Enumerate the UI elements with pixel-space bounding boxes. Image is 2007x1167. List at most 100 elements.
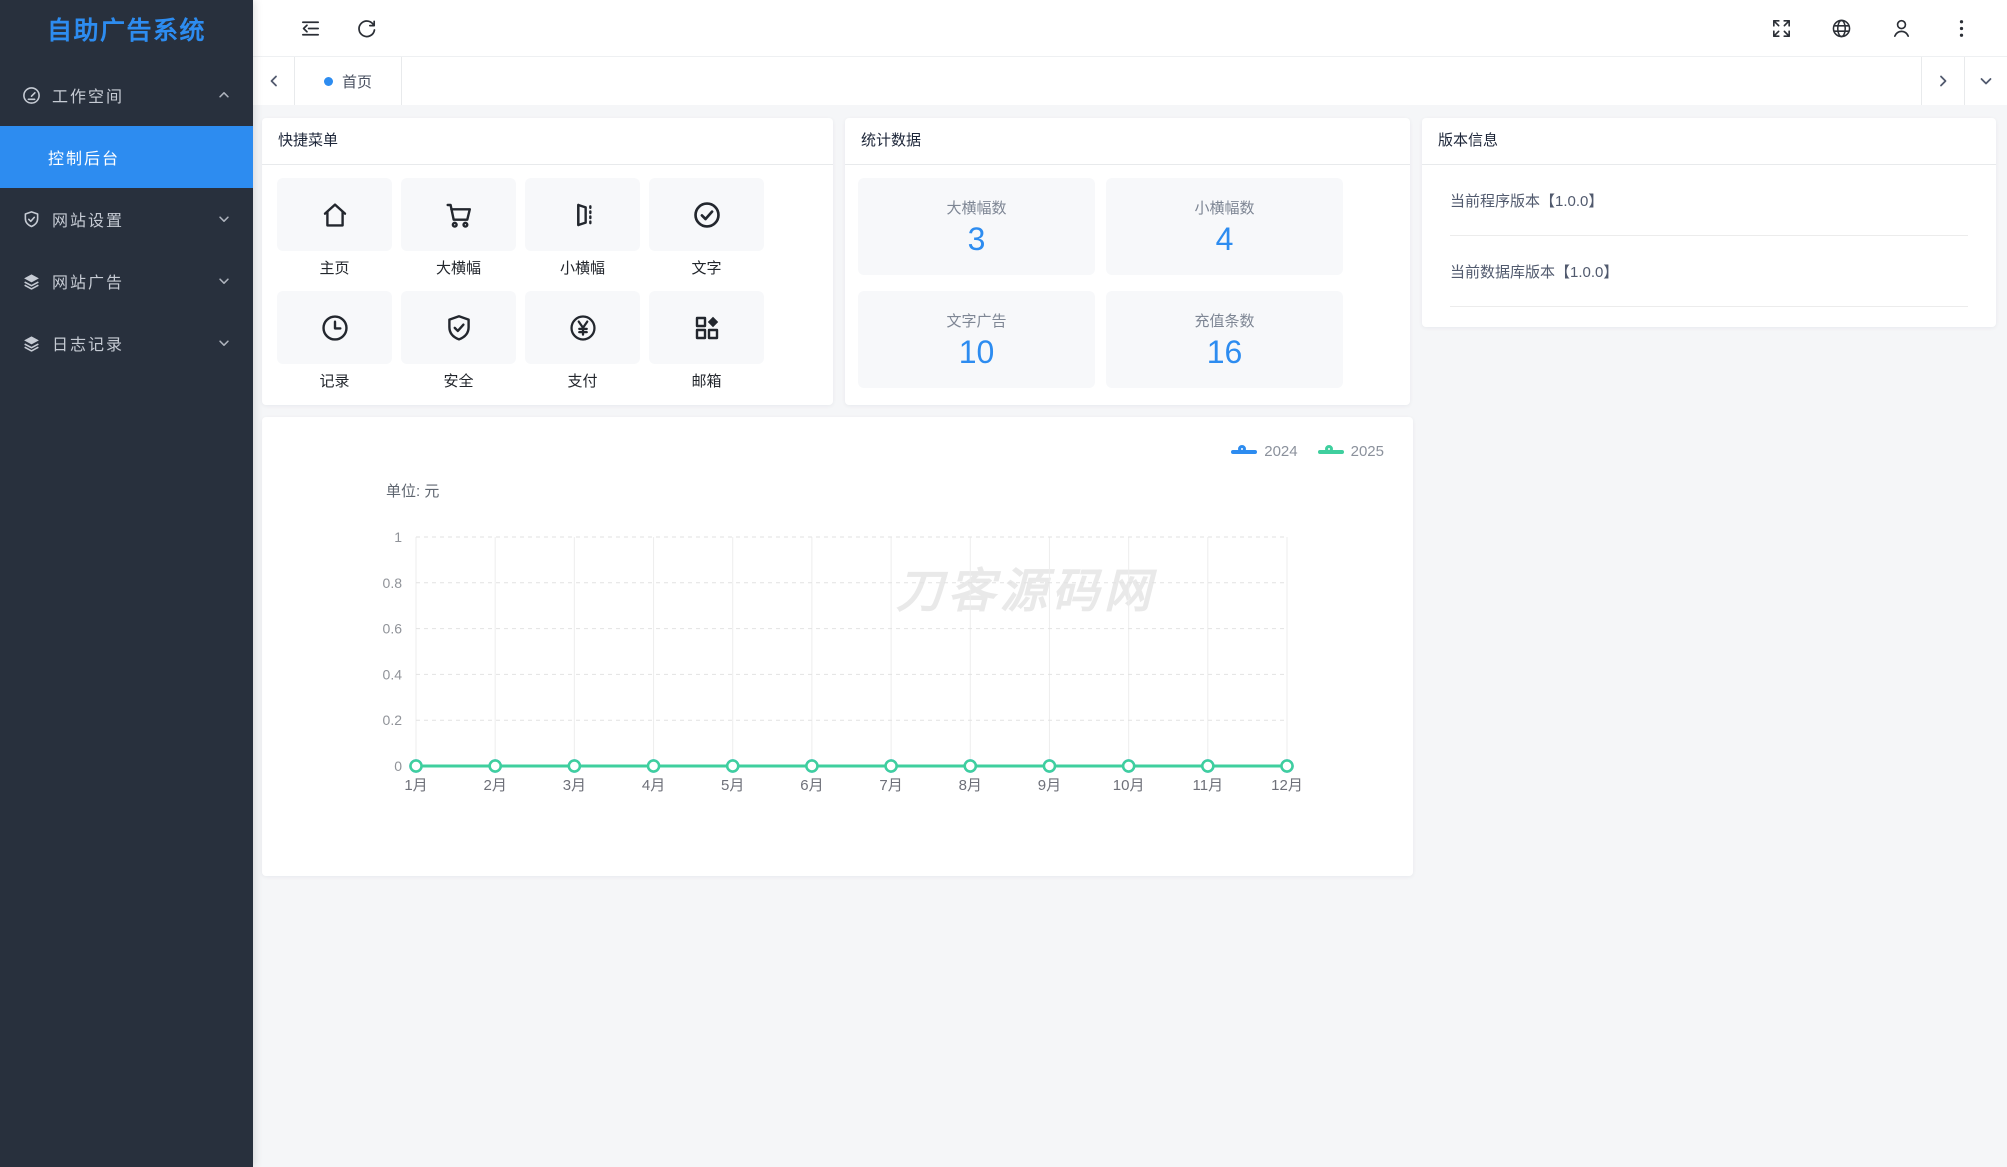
stat-recharge-count: 充值条数 16: [1106, 291, 1343, 388]
quick-item-home[interactable]: 主页: [277, 178, 392, 278]
svg-text:0.6: 0.6: [383, 621, 403, 637]
chevron-down-icon: [217, 212, 231, 226]
card-title: 统计数据: [845, 118, 1410, 165]
yen-circle-icon: [525, 291, 640, 364]
program-version-row: 当前程序版本【1.0.0】: [1450, 165, 1968, 236]
svg-text:12月: 12月: [1271, 777, 1303, 794]
sidebar-item-label: 工作空间: [52, 89, 125, 106]
stats-grid: 大横幅数 3 小横幅数 4 文字广告 10 充值条数 16: [845, 165, 1410, 401]
version-list: 当前程序版本【1.0.0】 当前数据库版本【1.0.0】: [1422, 165, 1996, 307]
sidebar-item-workspace[interactable]: 工作空间: [0, 64, 253, 126]
globe-icon[interactable]: [1830, 17, 1853, 40]
line-marker-icon: [1231, 444, 1258, 459]
stats-card: 统计数据 大横幅数 3 小横幅数 4 文字广告 10 充值条数 16: [845, 118, 1410, 405]
shield-icon: [401, 291, 516, 364]
svg-text:10月: 10月: [1113, 777, 1145, 794]
fullscreen-icon[interactable]: [1770, 17, 1793, 40]
active-tab-dot-icon: [323, 76, 333, 86]
layers-icon: [22, 334, 41, 353]
version-card: 版本信息 当前程序版本【1.0.0】 当前数据库版本【1.0.0】: [1422, 118, 1996, 327]
card-title: 版本信息: [1422, 118, 1996, 165]
svg-text:0.2: 0.2: [383, 712, 403, 728]
home-icon: [277, 178, 392, 251]
svg-text:2月: 2月: [484, 777, 507, 794]
line-marker-icon: [1317, 444, 1344, 459]
quick-menu-grid: 主页 大横幅 小横幅 文字 记录 安全 支付 邮箱: [262, 165, 833, 404]
svg-text:11月: 11月: [1193, 777, 1224, 794]
svg-text:6月: 6月: [800, 777, 823, 794]
tab-home[interactable]: 首页: [295, 57, 402, 105]
sidebar-item-label: 控制后台: [48, 151, 121, 168]
sidebar-item-logs[interactable]: 日志记录: [0, 312, 253, 374]
tabs-scroll-left-button[interactable]: [253, 57, 295, 105]
sidebar-menu: 工作空间 控制后台 网站设置 网站广告 日志记录: [0, 57, 253, 374]
card-title: 快捷菜单: [262, 118, 833, 165]
chevron-down-icon: [217, 336, 231, 350]
quick-item-payment[interactable]: 支付: [525, 291, 640, 391]
stat-small-banner-count: 小横幅数 4: [1106, 178, 1343, 275]
chart-unit-label: 单位: 元: [386, 483, 440, 500]
svg-text:0.8: 0.8: [383, 575, 403, 591]
svg-text:1: 1: [394, 529, 402, 545]
chevron-down-icon: [217, 274, 231, 288]
more-vertical-icon[interactable]: [1950, 17, 1973, 40]
svg-text:7月: 7月: [879, 777, 902, 794]
svg-text:3月: 3月: [563, 777, 586, 794]
sidebar-item-label: 网站广告: [52, 275, 125, 292]
user-icon[interactable]: [1890, 17, 1913, 40]
legend-label: 2025: [1350, 443, 1384, 460]
quick-menu-card: 快捷菜单 主页 大横幅 小横幅 文字 记录 安全 支付 邮箱: [262, 118, 833, 405]
tabs-menu-button[interactable]: [1964, 57, 2007, 105]
sidebar-item-site-ads[interactable]: 网站广告: [0, 250, 253, 312]
tab-home-label: 首页: [341, 73, 372, 91]
revenue-chart-card: 刀客源码网 1月 2月 3月 4月 5月 6月 7月 8月 9月 10月 11月 12月 0 0.2 0.4 0…: [262, 417, 1413, 876]
shield-check-icon: [22, 210, 41, 229]
quick-item-text[interactable]: 文字: [649, 178, 764, 278]
app-grid-icon: [649, 291, 764, 364]
quick-item-big-banner[interactable]: 大横幅: [401, 178, 516, 278]
legend-label: 2024: [1264, 443, 1298, 460]
tab-bar: 首页: [253, 57, 2007, 105]
sidebar: 自助广告系统 工作空间 控制后台 网站设置 网站广告 日志记录: [0, 0, 253, 1167]
svg-text:刀客源码网: 刀客源码网: [896, 564, 1158, 617]
sidebar-item-site-settings[interactable]: 网站设置: [0, 188, 253, 250]
chart-legend: 2024 2025: [1231, 443, 1384, 460]
svg-text:8月: 8月: [959, 777, 982, 794]
chevron-up-icon: [217, 88, 231, 102]
refresh-icon[interactable]: [353, 0, 379, 57]
door-icon: [525, 178, 640, 251]
sidebar-item-console[interactable]: 控制后台: [0, 126, 253, 188]
stat-value: 10: [958, 334, 995, 370]
sidebar-item-label: 网站设置: [52, 213, 125, 230]
legend-item-2024[interactable]: 2024: [1231, 443, 1298, 460]
tabbar-spacer: [402, 57, 1921, 105]
svg-text:9月: 9月: [1038, 777, 1061, 794]
app-logo: 自助广告系统: [46, 16, 206, 45]
dashboard-icon: [22, 86, 41, 105]
svg-text:0: 0: [394, 758, 402, 774]
svg-text:0.4: 0.4: [383, 666, 403, 682]
sidebar-item-label: 日志记录: [52, 337, 125, 354]
cart-icon: [401, 178, 516, 251]
clock-icon: [277, 291, 392, 364]
quick-item-small-banner[interactable]: 小横幅: [525, 178, 640, 278]
stat-value: 3: [967, 221, 986, 257]
quick-item-security[interactable]: 安全: [401, 291, 516, 391]
fold-menu-icon[interactable]: [297, 0, 323, 57]
main-content: 快捷菜单 主页 大横幅 小横幅 文字 记录 安全 支付 邮箱 统计数据 大横幅数…: [253, 105, 2007, 1167]
quick-item-records[interactable]: 记录: [277, 291, 392, 391]
legend-item-2025[interactable]: 2025: [1317, 443, 1384, 460]
svg-text:5月: 5月: [721, 777, 744, 794]
stat-value: 16: [1206, 334, 1243, 370]
svg-text:4月: 4月: [642, 777, 665, 794]
stat-value: 4: [1215, 221, 1234, 257]
stat-text-ad-count: 文字广告 10: [858, 291, 1095, 388]
layers-icon: [22, 272, 41, 291]
header-actions: [1770, 0, 1973, 57]
svg-text:1月: 1月: [404, 777, 427, 794]
check-circle-icon: [649, 178, 764, 251]
quick-item-mailbox[interactable]: 邮箱: [649, 291, 764, 391]
top-header: [253, 0, 2007, 57]
stat-big-banner-count: 大横幅数 3: [858, 178, 1095, 275]
tabs-scroll-right-button[interactable]: [1921, 57, 1964, 105]
